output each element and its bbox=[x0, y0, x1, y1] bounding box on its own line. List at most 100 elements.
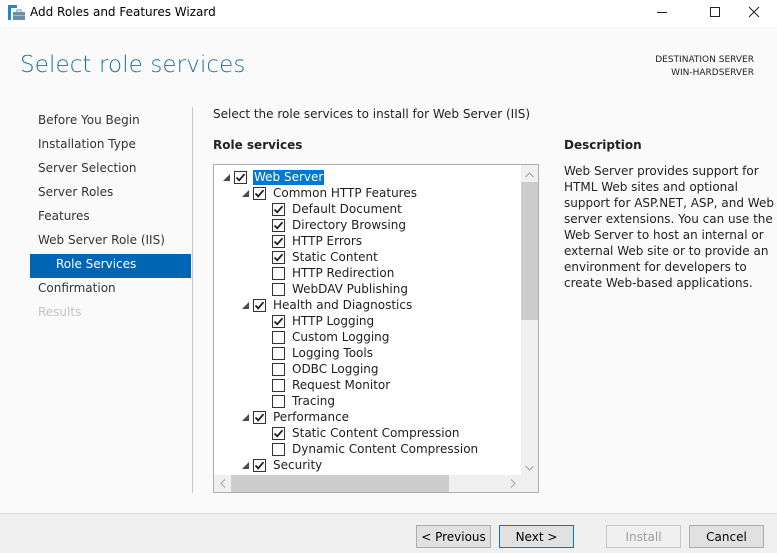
next-button[interactable]: Next > bbox=[499, 525, 574, 548]
checkbox[interactable] bbox=[272, 266, 285, 280]
role-services-tree: Web Server Common HTTP Features Default Do… bbox=[213, 164, 539, 493]
tree-item[interactable]: HTTP Errors bbox=[259, 233, 363, 249]
tree-item-label: HTTP Redirection bbox=[292, 265, 395, 280]
chevron-left-icon bbox=[219, 477, 226, 491]
tree-item[interactable]: Custom Logging bbox=[259, 329, 390, 345]
checkbox[interactable] bbox=[253, 410, 266, 424]
horizontal-scroll-thumb[interactable] bbox=[231, 475, 450, 492]
tree-item[interactable]: Request Monitor bbox=[259, 377, 391, 393]
checkmark-icon bbox=[273, 204, 284, 215]
tree-item[interactable]: HTTP Redirection bbox=[259, 265, 395, 281]
checkbox[interactable] bbox=[272, 378, 285, 392]
checkbox[interactable] bbox=[272, 218, 285, 232]
cancel-button[interactable]: Cancel bbox=[689, 525, 764, 548]
tree-item[interactable]: Logging Tools bbox=[259, 345, 374, 361]
nav-item-features[interactable]: Features bbox=[30, 206, 191, 230]
scroll-left-button[interactable] bbox=[214, 475, 231, 492]
checkbox[interactable] bbox=[253, 298, 266, 312]
tree-item-label: Security bbox=[273, 457, 323, 472]
checkbox[interactable] bbox=[272, 234, 285, 248]
instruction-text: Select the role services to install for … bbox=[213, 107, 531, 121]
checkbox[interactable] bbox=[253, 186, 266, 200]
checkmark-icon bbox=[254, 188, 265, 199]
tree-item[interactable]: Performance bbox=[240, 409, 350, 425]
tree-item-label: Request Monitor bbox=[292, 377, 391, 392]
tree-item[interactable]: Tracing bbox=[259, 393, 336, 409]
expand-collapse-icon[interactable] bbox=[240, 185, 250, 201]
horizontal-scrollbar[interactable] bbox=[214, 475, 521, 492]
install-button: Install bbox=[606, 525, 681, 548]
expand-collapse-icon[interactable] bbox=[221, 169, 231, 185]
checkbox[interactable] bbox=[253, 458, 266, 472]
tree-item[interactable]: Health and Diagnostics bbox=[240, 297, 413, 313]
tree-item[interactable]: Dynamic Content Compression bbox=[259, 441, 479, 457]
checkbox[interactable] bbox=[234, 170, 247, 184]
checkbox[interactable] bbox=[272, 250, 285, 264]
nav-item-server-roles[interactable]: Server Roles bbox=[30, 182, 191, 206]
checkbox[interactable] bbox=[272, 282, 285, 296]
checkmark-icon bbox=[273, 316, 284, 327]
tree-item[interactable]: HTTP Logging bbox=[259, 313, 375, 329]
checkmark-icon bbox=[273, 236, 284, 247]
tree-item-label: Custom Logging bbox=[292, 329, 390, 344]
scroll-up-button[interactable] bbox=[521, 165, 538, 182]
maximize-icon bbox=[709, 6, 721, 21]
checkbox[interactable] bbox=[272, 362, 285, 376]
nav-item-web-server-role[interactable]: Web Server Role (IIS) bbox=[30, 230, 191, 254]
nav-item-before-you-begin[interactable]: Before You Begin bbox=[30, 110, 191, 134]
tree-item-label: ODBC Logging bbox=[292, 361, 379, 376]
checkmark-icon bbox=[254, 460, 265, 471]
tree-item[interactable]: Security bbox=[240, 457, 323, 473]
checkbox[interactable] bbox=[272, 394, 285, 408]
page-title: Select role services bbox=[20, 52, 246, 78]
checkbox[interactable] bbox=[272, 202, 285, 216]
checkbox[interactable] bbox=[272, 442, 285, 456]
wizard-nav: Before You Begin Installation Type Serve… bbox=[30, 110, 191, 326]
expand-collapse-icon[interactable] bbox=[240, 297, 250, 313]
wizard-footer: < Previous Next > Install Cancel bbox=[0, 513, 777, 553]
role-services-heading: Role services bbox=[213, 138, 303, 152]
minimize-button[interactable] bbox=[639, 0, 685, 27]
nav-item-role-services[interactable]: Role Services bbox=[30, 254, 191, 278]
scroll-right-button[interactable] bbox=[504, 475, 521, 492]
checkmark-icon bbox=[254, 300, 265, 311]
expand-collapse-icon[interactable] bbox=[240, 409, 250, 425]
tree-item-label: Performance bbox=[273, 409, 350, 424]
checkmark-icon bbox=[273, 252, 284, 263]
checkmark-icon bbox=[273, 428, 284, 439]
description-text: Web Server provides support for HTML Web… bbox=[564, 164, 774, 290]
nav-item-confirmation[interactable]: Confirmation bbox=[30, 278, 191, 302]
tree-item[interactable]: Common HTTP Features bbox=[240, 185, 418, 201]
tree-item[interactable]: WebDAV Publishing bbox=[259, 281, 409, 297]
checkmark-icon bbox=[273, 220, 284, 231]
checkbox[interactable] bbox=[272, 314, 285, 328]
tree-item[interactable]: Static Content Compression bbox=[259, 425, 461, 441]
tree-item-label: Health and Diagnostics bbox=[273, 297, 413, 312]
tree-item-label: Dynamic Content Compression bbox=[292, 441, 479, 456]
checkbox[interactable] bbox=[272, 346, 285, 360]
tree-item[interactable]: Static Content bbox=[259, 249, 379, 265]
title-bar: Add Roles and Features Wizard bbox=[0, 0, 777, 27]
scroll-down-button[interactable] bbox=[521, 458, 538, 475]
tree-item[interactable]: Web Server bbox=[221, 169, 325, 185]
expand-collapse-icon[interactable] bbox=[240, 457, 250, 473]
checkmark-icon bbox=[235, 172, 246, 183]
nav-item-installation-type[interactable]: Installation Type bbox=[30, 134, 191, 158]
checkbox[interactable] bbox=[272, 426, 285, 440]
previous-button[interactable]: < Previous bbox=[416, 525, 491, 548]
tree-item[interactable]: ODBC Logging bbox=[259, 361, 380, 377]
checkmark-icon bbox=[254, 412, 265, 423]
tree-item[interactable]: Directory Browsing bbox=[259, 217, 407, 233]
close-button[interactable] bbox=[731, 0, 777, 27]
nav-item-server-selection[interactable]: Server Selection bbox=[30, 158, 191, 182]
destination-label: DESTINATION SERVER bbox=[655, 55, 754, 65]
vertical-scrollbar[interactable] bbox=[521, 165, 538, 475]
tree-item-label: Default Document bbox=[292, 201, 402, 216]
checkbox[interactable] bbox=[272, 330, 285, 344]
tree-item-label: HTTP Logging bbox=[292, 313, 375, 328]
vertical-scroll-thumb[interactable] bbox=[521, 182, 538, 320]
tree-item[interactable]: Default Document bbox=[259, 201, 403, 217]
destination-server-name: WIN-HARDSERVER bbox=[671, 68, 754, 78]
tree-item-label: Common HTTP Features bbox=[273, 185, 417, 200]
nav-divider bbox=[192, 107, 193, 493]
